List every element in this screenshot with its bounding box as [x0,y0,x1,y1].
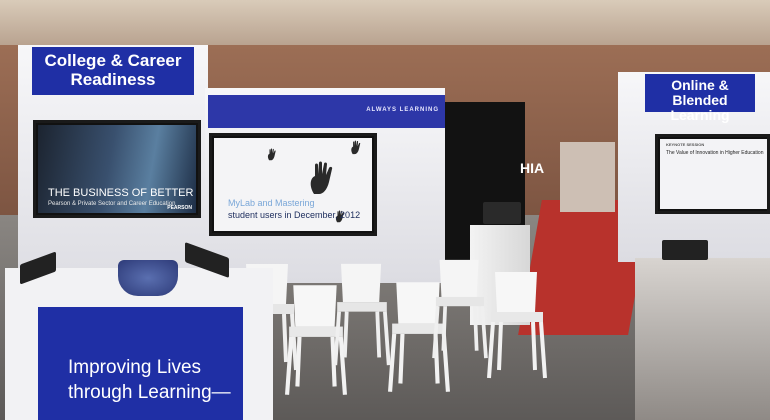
right-screen-content: KEYNOTE SESSION The Value of Innovation … [660,139,767,209]
center-screen-line1: MyLab and Mastering [228,198,315,208]
center-tv-screen: MyLab and Mastering student users in Dec… [209,133,377,236]
left-screen-subtext: Pearson & Private Sector and Career Educ… [48,201,176,207]
improving-lives-banner: Improving Lives through Learning— [38,307,243,420]
left-screen-image: THE BUSINESS OF BETTER Pearson & Private… [38,125,196,213]
laptop [483,202,521,224]
center-screen-content: MyLab and Mastering student users in Dec… [214,138,372,231]
right-screen-kicker: KEYNOTE SESSION [666,142,705,147]
center-tagline: ALWAYS LEARNING [366,107,439,113]
background-letters: HIA [520,160,545,176]
right-tv-screen: KEYNOTE SESSION The Value of Innovation … [655,134,770,214]
white-chair [333,263,391,366]
white-chair [487,272,547,379]
left-screen-headline: THE BUSINESS OF BETTER [48,187,194,199]
online-blended-sign: Online & Blended Learning [645,74,755,123]
left-screen-brand: PEARSON [167,205,192,211]
tablet-stand [662,240,708,260]
bowl-of-items [118,260,178,296]
college-career-sign: College & Career Readiness [32,47,194,95]
center-header-bar: ALWAYS LEARNING [208,95,445,128]
corner-hand-print-icon [351,140,361,155]
hall-ceiling [0,0,770,45]
hand-print-icon [310,161,333,194]
center-screen-line2: student users in December, 2012 [228,210,361,220]
small-hand-print-icon [267,148,276,161]
right-screen-title: The Value of Innovation in Higher Educat… [666,150,764,156]
right-counter [635,258,770,420]
left-tv-screen: THE BUSINESS OF BETTER Pearson & Private… [33,120,201,218]
background-drape [560,142,615,212]
